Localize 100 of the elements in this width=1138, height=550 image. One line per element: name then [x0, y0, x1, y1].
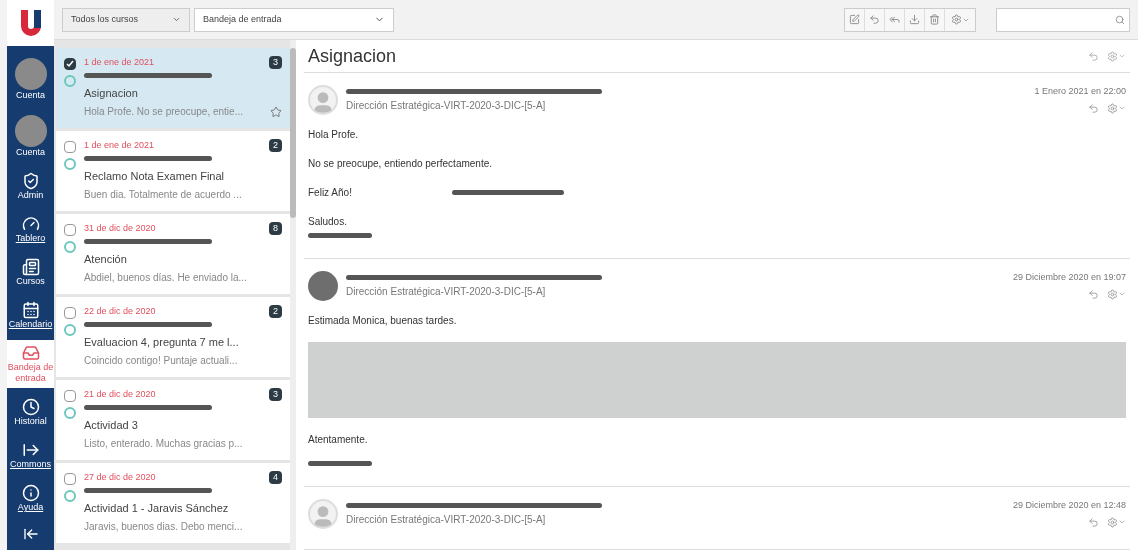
conversation-date: 1 de ene de 2021: [84, 139, 155, 152]
reply-icon[interactable]: [1088, 288, 1099, 300]
conversation-preview: Coincido contigo! Puntaje actuali...: [84, 354, 238, 368]
conversation-subject: Actividad 1 - Jaravis Sánchez: [84, 500, 230, 516]
gear-icon: [1107, 50, 1118, 62]
message-text: Saludos.: [308, 215, 348, 229]
settings-menu[interactable]: [1107, 516, 1126, 528]
checkbox[interactable]: [64, 390, 76, 402]
nav-label: Tablero: [15, 233, 46, 244]
gear-icon: [1107, 516, 1118, 528]
gear-icon: [1107, 102, 1118, 114]
message-count: 4: [269, 471, 282, 485]
dashboard-icon: [21, 215, 40, 233]
courses-icon: [21, 258, 40, 276]
conversation-preview: Listo, enterado. Muchas gracias p...: [84, 437, 243, 451]
nav-item[interactable]: Commons: [7, 437, 54, 474]
conversation-item[interactable]: 1 de ene de 2021 3 Asignacion Hola Profe. No se preocupe, entie...: [56, 48, 290, 128]
commons-icon: [21, 441, 40, 459]
inbox-icon: [21, 344, 40, 362]
checkbox[interactable]: [64, 224, 76, 236]
history-icon: [21, 398, 40, 416]
course-filter-select[interactable]: Todos los cursos: [62, 7, 190, 32]
nav-label: Cursos: [16, 276, 45, 287]
conversation-date: 21 de dic de 2020: [84, 388, 156, 401]
nav-label: Historial: [14, 416, 47, 427]
conversation-title: Asignacion: [308, 44, 397, 68]
redaction-bar: [308, 461, 372, 466]
search-icon: [1115, 14, 1125, 25]
conversation-preview: Jaravis, buenos dias. Debo menci...: [84, 520, 243, 534]
conversation-item[interactable]: 1 de ene de 2021 2 Reclamo Nota Examen Final Buen dia. Totalmente de acuerdo ...: [56, 131, 290, 211]
conversation-subject: Actividad 3: [84, 417, 139, 433]
nav-item[interactable]: Ayuda: [7, 480, 54, 517]
nav-item[interactable]: Admin: [7, 168, 54, 205]
message-date: 1 Enero 2021 en 22:00: [1034, 85, 1126, 98]
conversation-date: 27 de dic de 2020: [84, 471, 156, 484]
nav-item[interactable]: Cursos: [7, 254, 54, 291]
nav-item[interactable]: Cuenta: [7, 111, 54, 162]
conversation-subject: Asignacion: [84, 85, 139, 101]
caret-icon: [172, 15, 181, 24]
conversation-item[interactable]: 27 de dic de 2020 4 Actividad 1 - Jaravis Sánchez Jaravis, buenos dias. Debo menci...: [56, 463, 290, 543]
message-text: Atentamente.: [308, 433, 369, 447]
nav-item[interactable]: Bandeja de entrada: [7, 340, 54, 388]
nav-label: Admin: [17, 190, 44, 201]
message-count: 2: [269, 139, 282, 153]
nav-label: Cuenta: [16, 90, 45, 101]
nav-item[interactable]: Historial: [7, 394, 54, 431]
message-count: 2: [269, 305, 282, 319]
conversation-subject: Atención: [84, 251, 128, 267]
nav-label: Commons: [10, 459, 51, 470]
mailbox-filter-select[interactable]: Bandeja de entrada: [194, 7, 394, 32]
conversation-subject: Evaluacion 4, pregunta 7 me l...: [84, 334, 240, 350]
caret-icon: [1118, 52, 1126, 60]
caret-icon: [1118, 290, 1126, 298]
calendar-icon: [21, 301, 40, 319]
collapse-icon[interactable]: [22, 526, 39, 542]
settings-menu[interactable]: [1107, 288, 1126, 300]
message-text: Feliz Año!: [308, 186, 352, 200]
message-date: 29 Diciembre 2020 en 12:48: [1012, 499, 1126, 512]
checkbox[interactable]: [64, 141, 76, 153]
message-count: 3: [269, 56, 282, 70]
message-course: Dirección Estratégica-VIRT-2020-3-DIC-[5-A]: [346, 99, 547, 113]
nav-item[interactable]: Cuenta: [7, 54, 54, 105]
message-course: Dirección Estratégica-VIRT-2020-3-DIC-[5-A]: [346, 513, 547, 527]
settings-menu[interactable]: [1107, 102, 1126, 114]
conversation-item[interactable]: 31 de dic de 2020 8 Atención Abdiel, buenos días. He enviado la...: [56, 214, 290, 294]
conversation-preview: Hola Profe. No se preocupe, entie...: [84, 105, 243, 119]
redaction-bar: [308, 233, 372, 238]
search-field[interactable]: [996, 7, 1130, 32]
nav-item[interactable]: Calendario: [7, 297, 54, 334]
conversation-date: 22 de dic de 2020: [84, 305, 156, 318]
message-count: 8: [269, 222, 282, 236]
conversation-preview: Buen dia. Totalmente de acuerdo ...: [84, 188, 242, 202]
help-icon: [21, 484, 40, 502]
message-text: Estimada Monica, buenas tardes.: [308, 314, 458, 328]
star-icon[interactable]: [270, 105, 282, 118]
settings-menu[interactable]: [1107, 50, 1126, 62]
nav-label: Ayuda: [17, 502, 44, 513]
conversation-date: 1 de ene de 2021: [84, 56, 155, 69]
message-text: Hola Profe.: [308, 128, 360, 142]
conversation-preview: Abdiel, buenos días. He enviado la...: [84, 271, 247, 285]
nav-label: Calendario: [8, 319, 53, 330]
checkbox[interactable]: [64, 307, 76, 319]
checkbox[interactable]: [64, 58, 76, 70]
message-course: Dirección Estratégica-VIRT-2020-3-DIC-[5-A]: [346, 285, 547, 299]
reply-icon[interactable]: [1088, 516, 1099, 528]
reply-icon[interactable]: [1088, 50, 1099, 62]
checkbox[interactable]: [64, 473, 76, 485]
message-date: 29 Diciembre 2020 en 19:07: [1012, 271, 1126, 284]
gear-icon: [1107, 288, 1118, 300]
reply-icon[interactable]: [1088, 102, 1099, 114]
message-text: No se preocupe, entiendo perfectamente.: [308, 157, 493, 171]
conversation-item[interactable]: 22 de dic de 2020 2 Evaluacion 4, pregunta 7 me l... Coincido contigo! Puntaje actuali...: [56, 297, 290, 377]
caret-icon: [1118, 518, 1126, 526]
caret-icon: [1118, 104, 1126, 112]
check-icon: [66, 60, 74, 68]
conversation-item[interactable]: 21 de dic de 2020 3 Actividad 3 Listo, enterado. Muchas gracias p...: [56, 380, 290, 460]
nav-item[interactable]: Tablero: [7, 211, 54, 248]
nav-label: Bandeja de entrada: [7, 362, 54, 384]
conversation-subject: Reclamo Nota Examen Final: [84, 168, 225, 184]
gear-icon: [950, 14, 962, 25]
